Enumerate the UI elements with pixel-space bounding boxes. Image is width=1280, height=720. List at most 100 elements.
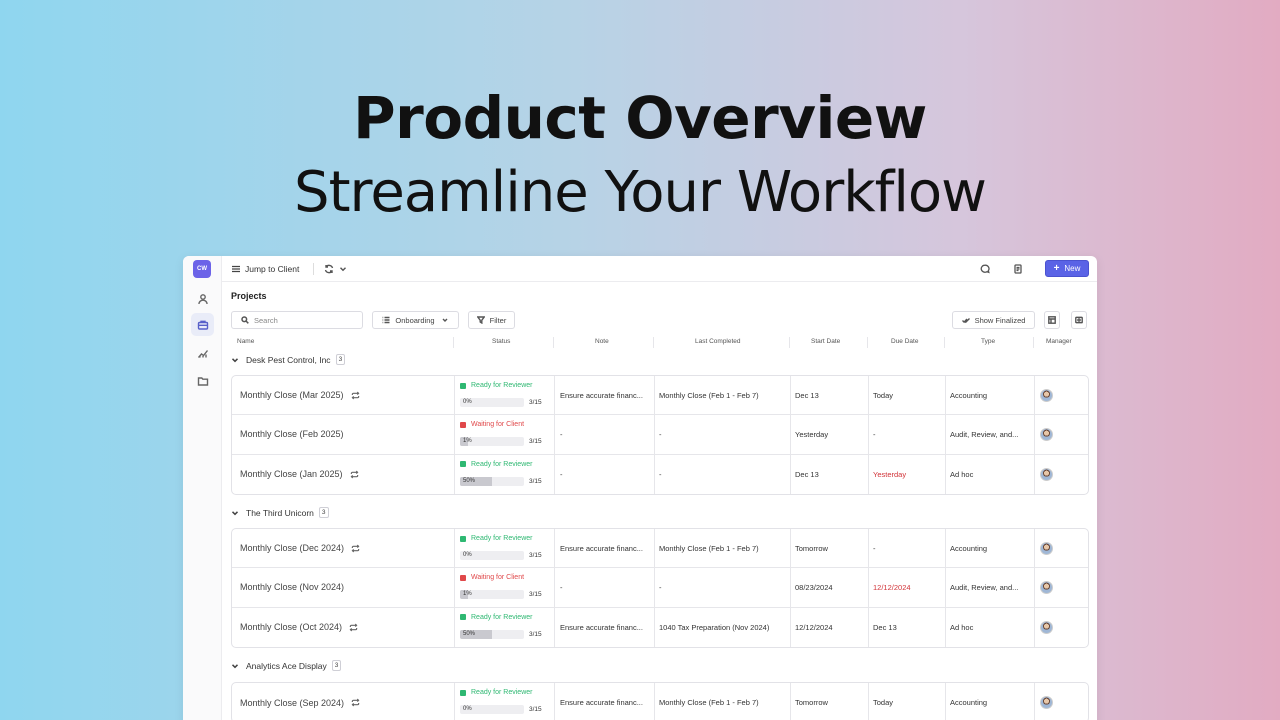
search-input[interactable]: Search: [231, 311, 363, 329]
filter-label: Filter: [489, 315, 507, 325]
manager-cell[interactable]: [1034, 683, 1088, 720]
progress-percent: 50%: [463, 630, 476, 637]
status-cell[interactable]: Waiting for Client 1% 3/15: [454, 568, 554, 607]
note-cell[interactable]: Ensure accurate financ...: [554, 683, 654, 720]
status-dot: [460, 382, 466, 389]
status-cell[interactable]: Ready for Reviewer 0% 3/15: [454, 683, 554, 720]
status-cell[interactable]: Waiting for Client 1% 3/15: [454, 415, 554, 454]
table-row[interactable]: Monthly Close (Jan 2025) Ready for Review…: [232, 454, 1088, 494]
settings-icon[interactable]: [1071, 311, 1087, 329]
chevron-down-icon: [231, 357, 239, 362]
top-bar: Jump to Client + New: [222, 256, 1097, 282]
briefcase-icon[interactable]: [191, 313, 214, 336]
jump-to-client-button[interactable]: Jump to Client: [231, 264, 299, 274]
due-date-cell: Dec 13: [868, 607, 945, 647]
avatar[interactable]: [1040, 620, 1053, 634]
project-name: Monthly Close (Sep 2024): [240, 697, 345, 708]
progress-bar: 50%: [460, 629, 524, 639]
col-manager[interactable]: Manager: [1046, 338, 1072, 345]
col-divider: [867, 337, 868, 348]
table-row[interactable]: Monthly Close (Mar 2025) Ready for Review…: [232, 376, 1088, 416]
status-cell[interactable]: Ready for Reviewer 0% 3/15: [454, 376, 554, 415]
workspace-logo[interactable]: CW: [193, 260, 211, 278]
last-completed-cell: -: [654, 568, 790, 607]
list-icon: [382, 316, 390, 324]
start-date-cell: Tomorrow: [790, 683, 868, 720]
status-text: Waiting for Client: [471, 421, 525, 429]
col-due-date[interactable]: Due Date: [891, 338, 918, 345]
manager-cell[interactable]: [1034, 454, 1088, 494]
note-cell[interactable]: -: [554, 568, 654, 607]
recurring-icon: [351, 391, 359, 399]
status-text: Ready for Reviewer: [471, 689, 533, 696]
project-name-cell[interactable]: Monthly Close (Jan 2025): [232, 455, 454, 494]
col-start-date[interactable]: Start Date: [811, 338, 840, 345]
avatar[interactable]: [1040, 467, 1053, 481]
group-name: Analytics Ace Display: [246, 660, 327, 671]
group-header[interactable]: The Third Unicorn 3: [231, 507, 329, 518]
manager-cell[interactable]: [1034, 529, 1088, 568]
note-cell[interactable]: -: [554, 454, 654, 494]
status-cell[interactable]: Ready for Reviewer 50% 3/15: [454, 607, 554, 647]
table-row[interactable]: Monthly Close (Feb 2025) Waiting for Clie…: [232, 415, 1088, 455]
onboarding-label: Onboarding: [395, 315, 435, 325]
note-cell[interactable]: -: [554, 415, 654, 454]
col-note[interactable]: Note: [595, 338, 609, 345]
recurring-icon: [351, 698, 360, 707]
project-name-cell[interactable]: Monthly Close (Nov 2024): [232, 568, 454, 606]
avatar[interactable]: [1040, 427, 1053, 441]
plus-icon: +: [1053, 263, 1060, 274]
recurring-icon: [350, 470, 358, 479]
onboarding-dropdown[interactable]: Onboarding: [372, 311, 459, 329]
status-cell[interactable]: Ready for Reviewer 0% 3/15: [454, 529, 554, 568]
table-row[interactable]: Monthly Close (Nov 2024) Waiting for Clie…: [232, 568, 1088, 608]
type-cell: Accounting: [945, 683, 1034, 720]
project-name-cell[interactable]: Monthly Close (Sep 2024): [232, 683, 454, 720]
contacts-icon[interactable]: [191, 287, 214, 310]
group-table: Monthly Close (Sep 2024) Ready for Review…: [231, 682, 1089, 720]
note-cell[interactable]: Ensure accurate financ...: [554, 376, 654, 415]
col-type[interactable]: Type: [981, 338, 995, 345]
column-headers: Name Status Note Last Completed Start Da…: [231, 337, 1089, 350]
group-header[interactable]: Desk Pest Control, Inc 3: [231, 354, 346, 365]
avatar[interactable]: [1040, 388, 1053, 402]
new-label: New: [1064, 264, 1081, 273]
manager-cell[interactable]: [1034, 568, 1088, 607]
group-count-badge: 3: [335, 354, 346, 365]
progress-percent: 0%: [463, 399, 472, 405]
document-icon[interactable]: [1010, 261, 1026, 277]
col-last-completed[interactable]: Last Completed: [695, 338, 741, 345]
col-name[interactable]: Name: [237, 338, 254, 345]
project-name-cell[interactable]: Monthly Close (Dec 2024): [232, 529, 454, 567]
chart-icon[interactable]: [191, 341, 214, 364]
manager-cell[interactable]: [1034, 607, 1088, 647]
chat-icon[interactable]: [977, 261, 993, 277]
chevron-down-icon: [231, 663, 239, 668]
project-name-cell[interactable]: Monthly Close (Feb 2025): [232, 415, 454, 453]
note-cell[interactable]: Ensure accurate financ...: [554, 529, 654, 568]
project-name-cell[interactable]: Monthly Close (Oct 2024): [232, 608, 454, 647]
show-finalized-button[interactable]: Show Finalized: [952, 311, 1035, 329]
avatar[interactable]: [1040, 580, 1053, 594]
note-cell[interactable]: Ensure accurate financ...: [554, 607, 654, 647]
start-date-cell: Tomorrow: [790, 529, 868, 568]
table-row[interactable]: Monthly Close (Oct 2024) Ready for Review…: [232, 607, 1088, 647]
avatar[interactable]: [1040, 696, 1053, 710]
table-view-icon[interactable]: [1044, 311, 1060, 329]
status-cell[interactable]: Ready for Reviewer 50% 3/15: [454, 454, 554, 494]
project-name: Monthly Close (Oct 2024): [240, 622, 343, 633]
group-header[interactable]: Analytics Ace Display 3: [231, 660, 342, 671]
table-row[interactable]: Monthly Close (Sep 2024) Ready for Review…: [232, 683, 1088, 720]
manager-cell[interactable]: [1034, 415, 1088, 454]
table-row[interactable]: Monthly Close (Dec 2024) Ready for Review…: [232, 529, 1088, 569]
project-name-cell[interactable]: Monthly Close (Mar 2025): [232, 376, 454, 414]
new-button[interactable]: + New: [1045, 260, 1089, 277]
folder-icon[interactable]: [191, 369, 214, 392]
status-text: Ready for Reviewer: [471, 535, 533, 542]
filter-button[interactable]: Filter: [468, 311, 515, 329]
col-status[interactable]: Status: [492, 338, 510, 345]
manager-cell[interactable]: [1034, 376, 1088, 415]
due-date-cell: Yesterday: [868, 454, 945, 494]
sync-dropdown[interactable]: [324, 264, 352, 274]
avatar[interactable]: [1040, 541, 1053, 555]
